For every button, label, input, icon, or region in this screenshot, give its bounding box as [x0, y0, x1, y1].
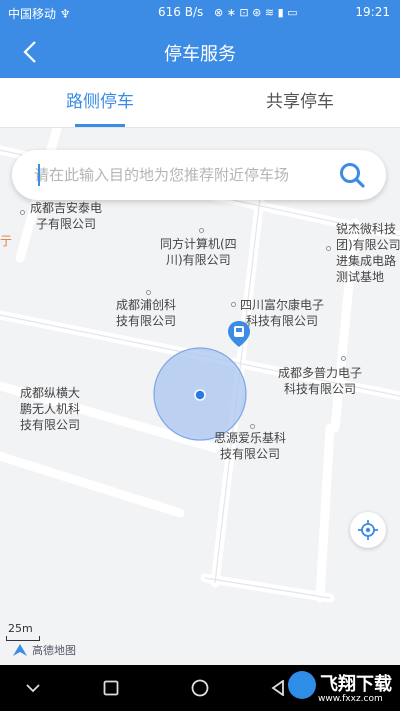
nav-recents-button[interactable]: [265, 675, 291, 701]
app-bar: 停车服务: [0, 26, 400, 78]
destination-search-input[interactable]: [34, 150, 316, 200]
poi-line: 成都浦创科: [116, 298, 177, 312]
poi-line: 鹏无人机科: [20, 402, 81, 416]
watermark-text: 飞翔下载: [320, 674, 392, 695]
map-scale-label: 25m: [8, 622, 33, 635]
poi-marker: [20, 210, 25, 215]
poi-line: 同方计算机(四: [160, 237, 237, 251]
poi-line: 川)有限公司: [166, 253, 231, 267]
poi-siyuan[interactable]: 思源爱乐基科 技有限公司: [214, 430, 286, 462]
poi-line: 技有限公司: [20, 418, 81, 432]
chevron-down-icon: [26, 684, 40, 693]
parking-pin-icon: [228, 321, 250, 347]
poi-duopuli[interactable]: 成都多普力电子 科技有限公司: [278, 365, 362, 397]
poi-fuerkang[interactable]: 四川富尔康电子 科技有限公司: [240, 297, 324, 329]
poi-line: 四川富尔康电子: [240, 298, 325, 312]
map-scale-bar: [6, 636, 40, 641]
status-bar: 中国移动 ♆ 616 B/s ⊗ ∗ ⊡ ⊛ ≋ ▮ ▭ 19:21: [0, 0, 400, 26]
search-button[interactable]: [338, 161, 366, 189]
poi-line: 锐杰微科技: [336, 222, 397, 236]
poi-line: 成都吉安泰电: [30, 201, 103, 215]
poi-line: 子有限公司: [36, 217, 97, 231]
poi-zongheng[interactable]: 成都纵横大 鹏无人机科 技有限公司: [20, 385, 80, 433]
poi-marker: [341, 356, 346, 361]
crosshair-icon: [358, 520, 378, 540]
tab-shared-parking[interactable]: 共享停车: [200, 78, 400, 128]
watermark-logo: [288, 671, 316, 699]
poi-jiantai[interactable]: 成都吉安泰电 子有限公司: [30, 200, 102, 232]
amap-logo-icon: [13, 644, 27, 656]
poi-marker: [250, 424, 255, 429]
locate-me-button[interactable]: [350, 512, 386, 548]
tab-bar: 路侧停车 共享停车: [0, 78, 400, 128]
nav-back-button[interactable]: [98, 675, 124, 701]
map-view[interactable]: 成都吉安泰电 子有限公司 锐杰微科技 团)有限公司 进集成电路 测试基地 亍 同…: [0, 128, 400, 665]
page-title: 停车服务: [164, 44, 236, 65]
poi-marker: [326, 246, 331, 251]
poi-line: 技有限公司: [116, 314, 177, 328]
map-provider-logo: 高德地图: [12, 642, 76, 658]
watermark-url: www.fxxz.com: [318, 694, 383, 704]
network-speed: 616 B/s: [158, 5, 204, 19]
tab-roadside-parking[interactable]: 路侧停车: [0, 78, 200, 128]
carrier-label: 中国移动 ♆: [8, 7, 71, 21]
poi-ruijie[interactable]: 锐杰微科技 团)有限公司 进集成电路 测试基地: [336, 221, 400, 285]
poi-line: 团)有限公司: [336, 238, 400, 252]
poi-line: 成都多普力电子: [278, 366, 363, 380]
search-icon: [340, 163, 365, 188]
nav-hide-button[interactable]: [20, 675, 46, 701]
poi-marker: [146, 290, 151, 295]
poi-marker: [231, 302, 236, 307]
poi-tongfang[interactable]: 同方计算机(四 川)有限公司: [160, 236, 237, 268]
poi-line: 科技有限公司: [246, 314, 319, 328]
poi-line: 进集成电路: [336, 254, 397, 268]
poi-line: 成都纵横大: [20, 386, 81, 400]
circle-icon: [191, 679, 209, 697]
poi-line: 测试基地: [336, 270, 385, 284]
search-bar: [12, 150, 386, 200]
status-icons: ⊗ ∗ ⊡ ⊛ ≋ ▮ ▭: [214, 6, 298, 19]
text-caret: [38, 164, 40, 186]
poi-line: 思源爱乐基科: [214, 431, 287, 445]
clock: 19:21: [355, 5, 390, 19]
square-icon: [103, 680, 119, 696]
poi-line: 技有限公司: [220, 447, 281, 461]
triangle-back-icon: [271, 680, 284, 696]
poi-puchuang[interactable]: 成都浦创科 技有限公司: [116, 297, 176, 329]
poi-line: 科技有限公司: [284, 382, 357, 396]
current-location-dot: [194, 389, 206, 401]
poi-marker: [199, 228, 204, 233]
map-provider-name: 高德地图: [32, 644, 76, 657]
nav-home-button[interactable]: [187, 675, 213, 701]
parking-marker[interactable]: [227, 320, 251, 348]
active-tab-indicator: [75, 124, 125, 127]
edge-road-label: 亍: [0, 234, 13, 248]
